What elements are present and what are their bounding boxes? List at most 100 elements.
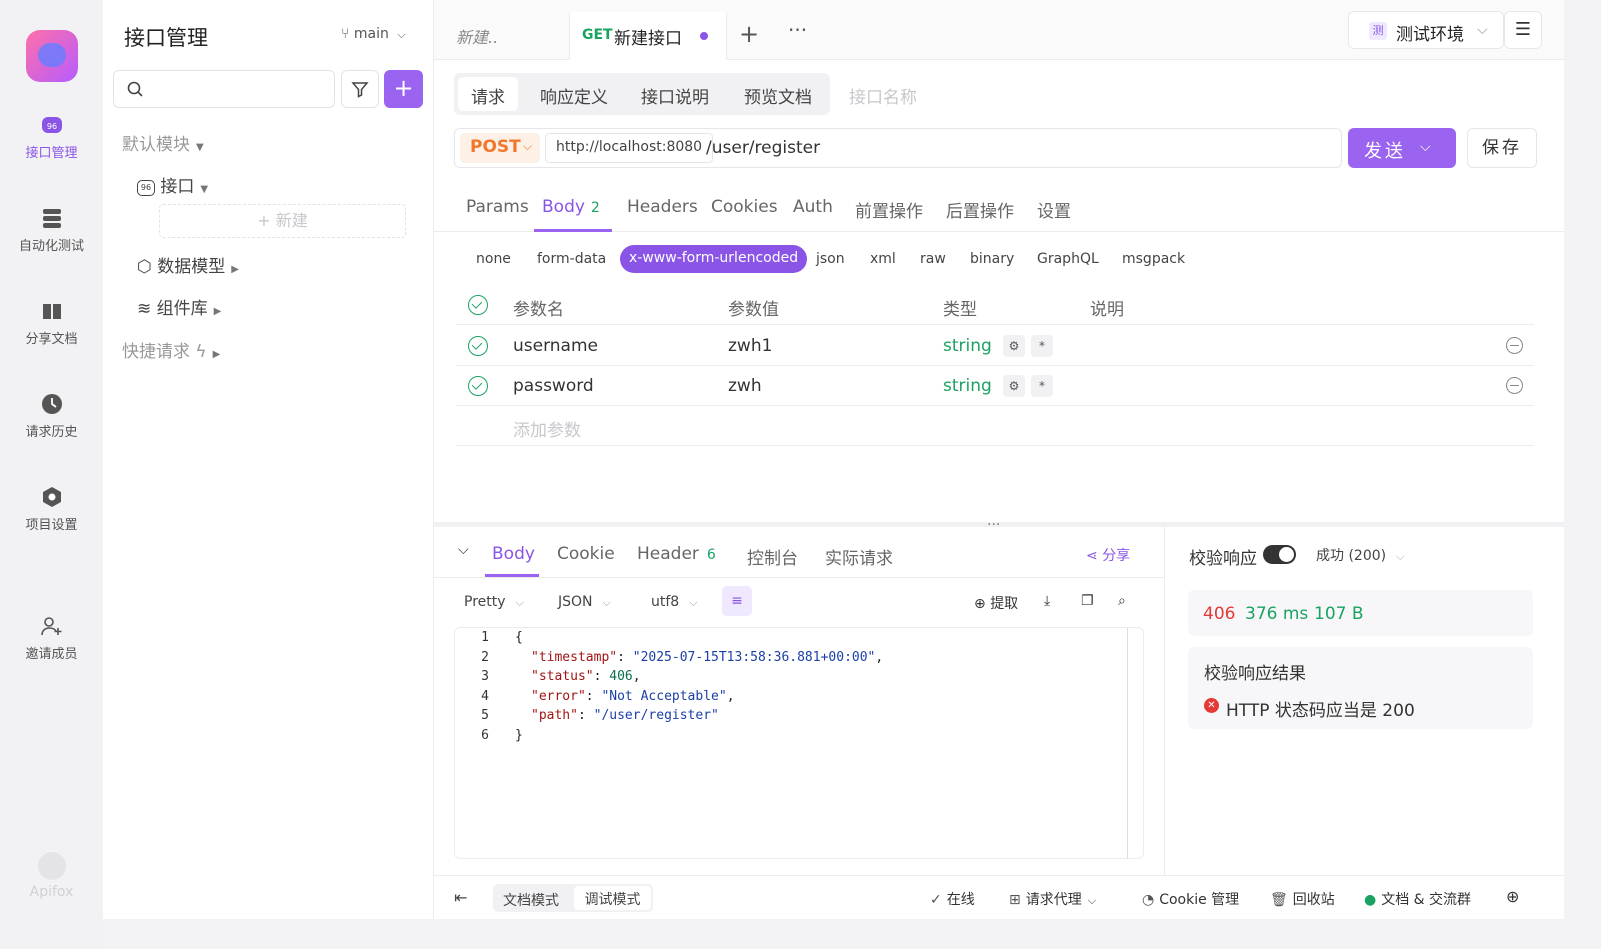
- collapse-icon[interactable]: ⌵: [458, 542, 469, 558]
- param-value[interactable]: zwh1: [728, 336, 772, 356]
- body-type-msgpack[interactable]: msgpack: [1122, 251, 1185, 267]
- new-tab-button[interactable]: +: [739, 20, 759, 48]
- download-icon[interactable]: ⤓: [1044, 593, 1050, 609]
- tab-post-operations[interactable]: 后置操作: [946, 197, 1014, 222]
- save-button[interactable]: 保存: [1467, 128, 1537, 168]
- tree-node-api[interactable]: 96 接口 ▼: [137, 172, 208, 197]
- doc-mode-button[interactable]: 文档模式: [503, 890, 559, 910]
- add-button[interactable]: +: [384, 70, 423, 108]
- body-type-xml[interactable]: xml: [870, 251, 896, 267]
- param-name[interactable]: password: [513, 376, 594, 396]
- path-input[interactable]: /user/register: [706, 138, 820, 158]
- required-icon[interactable]: *: [1031, 375, 1053, 397]
- tree-node-components[interactable]: ≋ 组件库 ▶: [137, 294, 221, 319]
- tree-node-default-module[interactable]: 默认模块 ▼: [122, 130, 204, 155]
- body-type-none[interactable]: none: [476, 251, 511, 267]
- tab-cookies[interactable]: Cookies: [711, 197, 778, 217]
- body-type-form-data[interactable]: form-data: [537, 251, 606, 267]
- tab-active[interactable]: GET 新建接口: [569, 12, 727, 60]
- collapse-sidebar-icon[interactable]: ⇤: [454, 888, 467, 907]
- wrap-lines-icon[interactable]: ≡: [722, 586, 752, 616]
- resp-tab-console[interactable]: 控制台: [747, 544, 798, 569]
- body-type-urlencoded[interactable]: x-www-form-urlencoded: [620, 245, 808, 273]
- rail-item-api-management[interactable]: 96 接口管理: [0, 114, 103, 161]
- tab-auth[interactable]: Auth: [793, 197, 833, 217]
- add-param-row: 添加参数: [456, 406, 1534, 446]
- chevron-down-icon[interactable]: ⌵: [1420, 139, 1431, 155]
- rail-item-settings[interactable]: 项目设置: [0, 486, 103, 533]
- more-tabs-button[interactable]: ···: [788, 18, 807, 42]
- rail-item-invite[interactable]: 邀请成员: [0, 615, 103, 662]
- row-checkbox[interactable]: [468, 376, 488, 396]
- method-select[interactable]: POST ⌵: [460, 133, 540, 163]
- search-input[interactable]: [113, 70, 335, 108]
- rail-item-automation[interactable]: 自动化测试: [0, 207, 103, 254]
- settings-toggle-icon[interactable]: ⚙: [1003, 335, 1025, 357]
- pretty-select[interactable]: Pretty ⌵: [464, 594, 524, 610]
- base-url[interactable]: http://localhost:8080: [545, 133, 714, 163]
- filter-button[interactable]: [341, 70, 379, 108]
- upload-arrow-icon[interactable]: ⊕: [1506, 887, 1519, 906]
- resp-tab-body[interactable]: Body: [492, 544, 535, 564]
- debug-mode-button[interactable]: 调试模式: [574, 886, 651, 910]
- cookie-manager-button[interactable]: ◔ Cookie 管理: [1142, 889, 1239, 909]
- new-api-button[interactable]: + 新建: [159, 204, 406, 238]
- copy-icon[interactable]: ❐: [1081, 593, 1094, 609]
- branch-selector[interactable]: ⑂ main ⌵: [341, 26, 406, 42]
- resp-tab-actual-request[interactable]: 实际请求: [825, 544, 893, 569]
- row-checkbox[interactable]: [468, 336, 488, 356]
- param-name[interactable]: username: [513, 336, 598, 356]
- trash-icon: 🗑: [1270, 892, 1288, 908]
- remove-row-icon[interactable]: [1506, 337, 1523, 354]
- settings-toggle-icon[interactable]: ⚙: [1003, 375, 1025, 397]
- tab-params[interactable]: Params: [466, 197, 529, 217]
- encoding-select[interactable]: utf8 ⌵: [651, 594, 698, 610]
- tab-body[interactable]: Body 2: [542, 197, 600, 217]
- add-param-input[interactable]: 添加参数: [513, 416, 581, 441]
- param-type[interactable]: string: [943, 376, 992, 396]
- tab-preview-docs[interactable]: 预览文档: [744, 83, 812, 108]
- tab-settings[interactable]: 设置: [1037, 197, 1071, 222]
- rail-item-history[interactable]: 请求历史: [0, 393, 103, 440]
- environment-selector[interactable]: 测 测试环境 ⌵: [1348, 11, 1504, 49]
- send-button[interactable]: 发送 ⌵: [1348, 128, 1456, 168]
- trash-button[interactable]: 🗑 回收站: [1270, 889, 1335, 909]
- code-line: 5 "path": "/user/register": [455, 708, 1115, 728]
- body-type-binary[interactable]: binary: [970, 251, 1014, 267]
- validation-select[interactable]: 成功 (200) ⌵: [1316, 545, 1404, 565]
- body-type-graphql[interactable]: GraphQL: [1037, 251, 1099, 267]
- url-bar: POST ⌵ http://localhost:8080 /user/regis…: [454, 128, 1342, 168]
- proxy-button[interactable]: ⊞ 请求代理 ⌵: [1009, 889, 1096, 909]
- body-type-raw[interactable]: raw: [920, 251, 946, 267]
- tab-api-description[interactable]: 接口说明: [641, 83, 709, 108]
- share-button[interactable]: ⋖ 分享: [1086, 545, 1130, 565]
- param-type[interactable]: string: [943, 336, 992, 356]
- tab-pre-operations[interactable]: 前置操作: [855, 197, 923, 222]
- tree-node-data-model[interactable]: ⬡ 数据模型 ▶: [137, 252, 239, 277]
- scrollbar[interactable]: [1127, 628, 1128, 858]
- remove-row-icon[interactable]: [1506, 377, 1523, 394]
- body-type-json[interactable]: json: [816, 251, 845, 267]
- response-code-viewer[interactable]: 1{ 2 "timestamp": "2025-07-15T13:58:36.88…: [454, 627, 1144, 859]
- search-icon[interactable]: ⌕: [1118, 593, 1126, 609]
- online-status[interactable]: ✓ 在线: [930, 889, 975, 909]
- select-all-checkbox[interactable]: [468, 295, 488, 315]
- tree-node-quick-request[interactable]: 快捷请求 ϟ ▶: [122, 337, 220, 362]
- json-select[interactable]: JSON ⌵: [558, 594, 611, 610]
- extract-button[interactable]: ⊕ 提取: [974, 593, 1018, 613]
- docs-community-button[interactable]: ● 文档 & 交流群: [1364, 889, 1471, 909]
- tab-response-definition[interactable]: 响应定义: [540, 83, 608, 108]
- menu-button[interactable]: ☰: [1504, 11, 1542, 49]
- resp-tab-cookie[interactable]: Cookie: [557, 544, 615, 564]
- brand-footer: Apifox: [0, 852, 103, 900]
- response-time: 376 ms: [1245, 604, 1309, 624]
- required-icon[interactable]: *: [1031, 335, 1053, 357]
- tab-headers[interactable]: Headers: [627, 197, 698, 217]
- resp-tab-header[interactable]: Header 6: [637, 544, 716, 564]
- tab-request[interactable]: 请求: [458, 77, 518, 111]
- tab-draft[interactable]: 新建..: [456, 24, 498, 48]
- validation-toggle[interactable]: [1263, 545, 1296, 564]
- rail-item-share-docs[interactable]: 分享文档: [0, 300, 103, 347]
- api-name-input[interactable]: 接口名称: [849, 83, 917, 108]
- param-value[interactable]: zwh: [728, 376, 762, 396]
